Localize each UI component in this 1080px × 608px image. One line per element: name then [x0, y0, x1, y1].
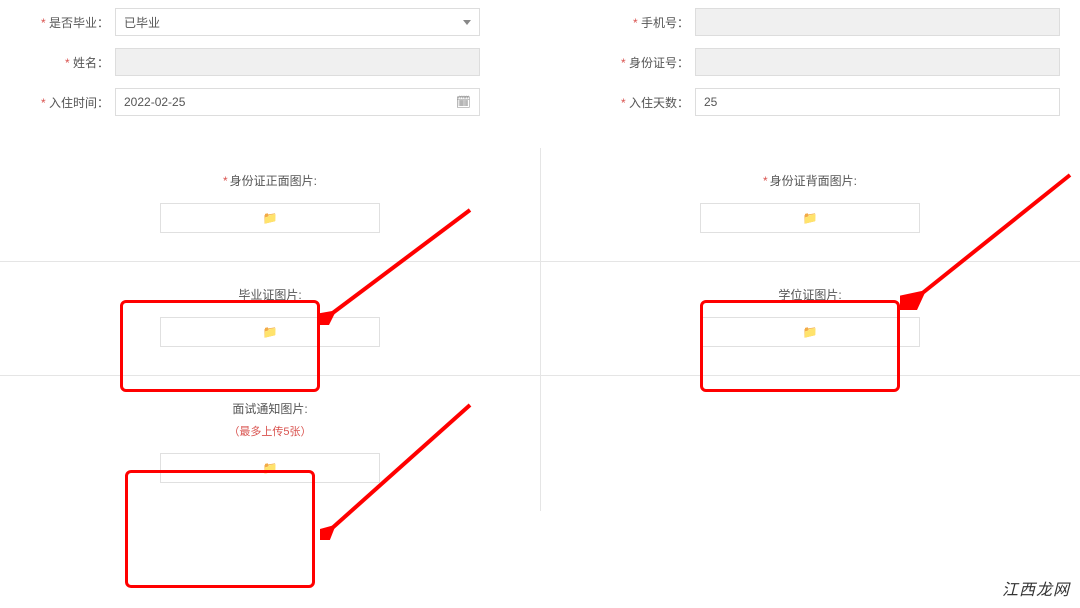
row-name: 姓名： [20, 48, 480, 76]
upload-label-degree: 学位证图片: [550, 286, 1070, 303]
input-phone[interactable] [695, 8, 1060, 36]
select-graduated-value: 已毕业 [124, 14, 160, 31]
upload-cell-grad: 毕业证图片: 📁 [0, 262, 540, 375]
upload-button-degree[interactable]: 📁 [700, 317, 920, 347]
upload-row-cert: 毕业证图片: 📁 学位证图片: 📁 [0, 262, 1080, 376]
input-days[interactable]: 25 [695, 88, 1060, 116]
upload-cell-interview: 面试通知图片: （最多上传5张） 📁 [0, 376, 540, 511]
row-idnum: 身份证号： [600, 48, 1060, 76]
folder-icon: 📁 [263, 211, 278, 225]
row-days: 入住天数： 25 [600, 88, 1060, 116]
label-idnum: 身份证号： [600, 54, 695, 71]
upload-cell-id-front: *身份证正面图片: 📁 [0, 148, 540, 261]
label-checkin: 入住时间： [20, 94, 115, 111]
upload-label-interview: 面试通知图片: （最多上传5张） [10, 400, 530, 439]
watermark: 江西龙网 [1002, 576, 1070, 600]
form-area: 是否毕业： 已毕业 手机号： 姓名： 身份证号： 入 [0, 0, 1080, 128]
upload-row-interview: 面试通知图片: （最多上传5张） 📁 [0, 376, 1080, 511]
upload-section: *身份证正面图片: 📁 *身份证背面图片: 📁 毕业证图片: 📁 学位证图片: … [0, 148, 1080, 511]
folder-icon: 📁 [803, 211, 818, 225]
select-graduated[interactable]: 已毕业 [115, 8, 480, 36]
upload-label-id-back: *身份证背面图片: [550, 172, 1070, 189]
upload-cell-degree: 学位证图片: 📁 [540, 262, 1080, 375]
upload-button-id-back[interactable]: 📁 [700, 203, 920, 233]
upload-note-interview: （最多上传5张） [10, 423, 530, 439]
row-phone: 手机号： [600, 8, 1060, 36]
calendar-icon: 🗓 [456, 95, 471, 109]
label-graduated: 是否毕业： [20, 14, 115, 31]
folder-icon: 📁 [803, 325, 818, 339]
label-name: 姓名： [20, 54, 115, 71]
upload-cell-id-back: *身份证背面图片: 📁 [540, 148, 1080, 261]
upload-label-id-front: *身份证正面图片: [10, 172, 530, 189]
label-days: 入住天数： [600, 94, 695, 111]
upload-row-id: *身份证正面图片: 📁 *身份证背面图片: 📁 [0, 148, 1080, 262]
upload-button-grad[interactable]: 📁 [160, 317, 380, 347]
input-days-value: 25 [704, 95, 717, 109]
row-checkin: 入住时间： 2022-02-25 🗓 [20, 88, 480, 116]
upload-button-id-front[interactable]: 📁 [160, 203, 380, 233]
upload-label-grad: 毕业证图片: [10, 286, 530, 303]
input-checkin-value: 2022-02-25 [124, 95, 185, 109]
upload-button-interview[interactable]: 📁 [160, 453, 380, 483]
folder-icon: 📁 [263, 325, 278, 339]
label-phone: 手机号： [600, 14, 695, 31]
chevron-down-icon [463, 20, 471, 25]
upload-cell-empty [540, 376, 1080, 511]
input-idnum[interactable] [695, 48, 1060, 76]
folder-icon: 📁 [263, 461, 278, 475]
input-checkin[interactable]: 2022-02-25 🗓 [115, 88, 480, 116]
row-graduated: 是否毕业： 已毕业 [20, 8, 480, 36]
input-name[interactable] [115, 48, 480, 76]
